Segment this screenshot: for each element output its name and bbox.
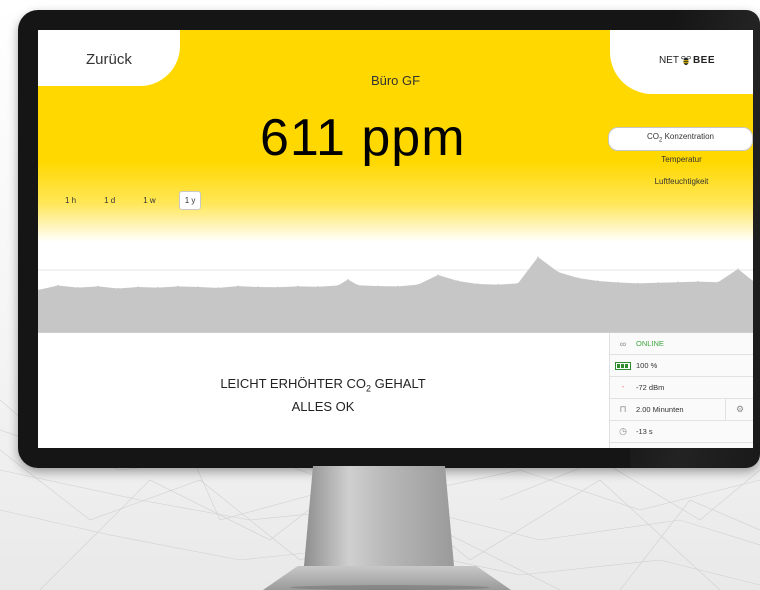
chart-point xyxy=(477,283,479,285)
chart-point xyxy=(257,286,259,288)
time-range-selector: 1 h 1 d 1 w 1 y xyxy=(60,191,202,210)
chart-point xyxy=(657,282,659,284)
status-message: LEICHT ERHÖHTER CO2 GEHALT ALLES OK xyxy=(38,375,608,416)
dashboard-screen: Zurück NET BEE Büro GF 611 ppm 1 h 1 d 1… xyxy=(38,30,753,448)
chart-point xyxy=(557,271,559,273)
room-name: Büro GF xyxy=(370,73,421,88)
chart-point xyxy=(337,284,339,287)
chart-point xyxy=(377,285,379,287)
measure-interval: 2.00 Minunten xyxy=(636,405,684,414)
metric-co2-suffix: Konzentration xyxy=(662,132,714,141)
chart-point xyxy=(157,287,159,289)
chart-point xyxy=(517,282,519,284)
chart-point xyxy=(137,286,139,288)
chart-point xyxy=(357,284,359,286)
status-row-connection: ∞ ONLINE xyxy=(610,333,753,355)
connection-status: ONLINE xyxy=(636,339,664,348)
metric-selector: CO2 Konzentration Temperatur Luftfeuchti… xyxy=(608,127,753,195)
chart-point xyxy=(317,286,319,288)
chart-point xyxy=(97,285,99,287)
chart-point xyxy=(577,277,579,279)
metric-co2-prefix: CO xyxy=(647,132,660,141)
chart-point xyxy=(537,256,539,258)
chart-point xyxy=(417,284,419,286)
metric-co2[interactable]: CO2 Konzentration xyxy=(608,127,753,151)
signal-strength: -72 dBm xyxy=(636,383,665,392)
chart-point xyxy=(597,280,599,282)
gear-icon[interactable]: ⚙ xyxy=(725,399,753,420)
range-1d[interactable]: 1 d xyxy=(99,192,120,209)
message-line-2: ALLES OK xyxy=(291,398,355,414)
co2-area-series xyxy=(38,257,753,332)
status-row-last-update: ◷ -13 s xyxy=(610,421,753,443)
chart-point xyxy=(57,284,59,287)
chart-point xyxy=(297,285,299,287)
chart-point xyxy=(347,278,349,281)
chart-point xyxy=(197,286,199,288)
chart-point xyxy=(77,287,79,289)
chart-point xyxy=(697,281,699,283)
stand-shadow xyxy=(290,585,490,590)
battery-icon xyxy=(610,361,636,370)
chart-point xyxy=(497,284,499,286)
clock-icon: ◷ xyxy=(619,426,627,436)
header-panel: Zurück NET BEE Büro GF 611 ppm 1 h 1 d 1… xyxy=(38,30,753,242)
message-line-1-suffix: GEHALT xyxy=(371,376,426,391)
message-line-1-prefix: LEICHT ERHÖHTER CO xyxy=(220,376,366,391)
message-line-1: LEICHT ERHÖHTER CO2 GEHALT xyxy=(38,375,608,398)
chart-point xyxy=(237,285,239,287)
device-status-panel: ∞ ONLINE 100 % ‧ -72 dBm ⊓ 2.00 Minunten… xyxy=(609,333,753,448)
metric-humidity[interactable]: Luftfeuchtigkeit xyxy=(610,173,753,195)
chart-point xyxy=(277,286,279,288)
back-button[interactable]: Zurück xyxy=(86,51,132,68)
status-row-signal: ‧ -72 dBm xyxy=(610,377,753,399)
status-row-battery: 100 % xyxy=(610,355,753,377)
netbee-logo: NET BEE xyxy=(659,55,715,66)
chart-point xyxy=(737,268,739,270)
logo-text-net: NET xyxy=(658,55,679,66)
chart-point xyxy=(217,287,219,289)
status-row-interval: ⊓ 2.00 Minunten ⚙ xyxy=(610,399,753,421)
bee-icon xyxy=(681,55,691,66)
chart-point xyxy=(617,281,619,284)
chart-point xyxy=(397,285,399,287)
wifi-icon: ‧ xyxy=(621,382,625,392)
range-1h[interactable]: 1 h xyxy=(60,192,81,209)
range-1w[interactable]: 1 w xyxy=(138,192,160,209)
co2-history-chart xyxy=(38,256,753,332)
last-update: -13 s xyxy=(636,427,653,436)
chart-point xyxy=(677,281,679,283)
range-1y[interactable]: 1 y xyxy=(178,191,202,210)
battery-level: 100 % xyxy=(636,361,658,370)
chart-point xyxy=(437,274,439,276)
bottom-panel: LEICHT ERHÖHTER CO2 GEHALT ALLES OK ∞ ON… xyxy=(38,332,753,448)
monitor-frame: Zurück NET BEE Büro GF 611 ppm 1 h 1 d 1… xyxy=(18,10,760,468)
pulse-icon: ⊓ xyxy=(619,404,627,414)
metric-temperature[interactable]: Temperatur xyxy=(610,151,753,173)
monitor-stand-neck xyxy=(304,466,454,566)
chart-point xyxy=(717,281,719,283)
chart-point xyxy=(117,287,119,290)
chart-point xyxy=(177,285,179,287)
link-icon: ∞ xyxy=(619,338,627,349)
co2-reading: 611 ppm xyxy=(260,109,466,167)
logo-text-bee: BEE xyxy=(692,55,715,66)
chart-point xyxy=(457,280,459,282)
chart-point xyxy=(637,282,639,284)
